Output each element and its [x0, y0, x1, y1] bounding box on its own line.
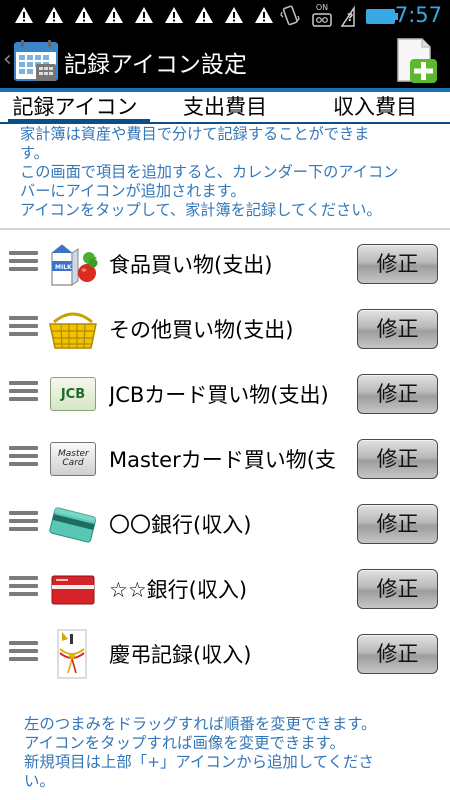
add-document-icon[interactable] [394, 37, 438, 85]
warning-icon [135, 7, 153, 23]
shopping-basket-icon[interactable] [48, 304, 98, 354]
warning-icon [195, 7, 213, 23]
tab-income-categories[interactable]: 収入費目 [300, 92, 450, 124]
list-item[interactable]: 〇〇銀行(収入) 修正 [0, 491, 450, 556]
footer-line: い。 [24, 772, 55, 790]
warning-icon [225, 7, 243, 23]
bank-card-icon[interactable] [48, 499, 98, 549]
svg-text:?: ? [347, 11, 353, 24]
item-label: 〇〇銀行(収入) [109, 513, 252, 537]
intro-help-text: 家計簿は資産や費目で分けて記録することができま す。 この画面で項目を追加すると… [20, 125, 446, 220]
drag-handle-icon[interactable] [9, 576, 38, 600]
edit-button[interactable]: 修正 [357, 634, 438, 674]
footer-help-text: 左のつまみをドラッグすれば順番を変更できます。 アイコンをタップすれば画像を変更… [24, 715, 444, 791]
drag-handle-icon[interactable] [9, 316, 38, 340]
footer-line: 新規項目は上部「+」アイコンから追加してくださ [24, 753, 374, 771]
vibrate-icon [280, 5, 300, 26]
edit-button[interactable]: 修正 [357, 309, 438, 349]
groceries-icon[interactable]: MILK [48, 239, 98, 289]
footer-line: 左のつまみをドラッグすれば順番を変更できます。 [24, 715, 377, 733]
warning-icon [105, 7, 123, 23]
no-signal-icon: ? [340, 5, 355, 27]
edit-button[interactable]: 修正 [357, 439, 438, 479]
item-label: Masterカード買い物(支 [109, 448, 336, 472]
intro-line: 家計簿は資産や費目で分けて記録することができま [20, 125, 370, 143]
drag-handle-icon[interactable] [9, 641, 38, 665]
list-item[interactable]: 慶弔記録(収入) 修正 [0, 621, 450, 686]
item-label: その他買い物(支出) [109, 318, 294, 342]
svg-text:MILK: MILK [55, 264, 72, 271]
tab-expense-categories[interactable]: 支出費目 [150, 92, 300, 124]
master-card-icon[interactable]: Master Card [48, 434, 98, 484]
status-bar: ON ? 7:57 [0, 0, 450, 33]
intro-line: アイコンをタップして、家計簿を記録してください。 [20, 201, 382, 219]
edit-button[interactable]: 修正 [357, 504, 438, 544]
voicemail-label: ON [315, 3, 329, 12]
list-item[interactable]: ☆☆銀行(収入) 修正 [0, 556, 450, 621]
edit-button[interactable]: 修正 [357, 569, 438, 609]
item-label: ☆☆銀行(収入) [109, 578, 248, 602]
item-label: 慶弔記録(収入) [109, 643, 252, 667]
tab-bar-divider [0, 122, 450, 124]
intro-line: す。 [20, 144, 49, 162]
warning-icon [255, 7, 273, 23]
warning-icon [15, 7, 33, 23]
warning-icon [75, 7, 93, 23]
item-label: JCBカード買い物(支出) [109, 383, 329, 407]
calendar-icon[interactable] [14, 40, 58, 82]
edit-button[interactable]: 修正 [357, 244, 438, 284]
page-title: 記録アイコン設定 [64, 52, 247, 78]
list-item[interactable]: Master Card Masterカード買い物(支 修正 [0, 426, 450, 491]
drag-handle-icon[interactable] [9, 381, 38, 405]
intro-line: この画面で項目を追加すると、カレンダー下のアイコン [20, 163, 399, 181]
warning-icon [165, 7, 183, 23]
jcb-card-text: JCB [60, 386, 86, 402]
list-item[interactable]: MILK 食品買い物(支出) 修正 [0, 231, 450, 296]
intro-divider [0, 228, 450, 230]
footer-line: アイコンをタップすれば画像を変更できます。 [24, 734, 345, 752]
drag-handle-icon[interactable] [9, 446, 38, 470]
drag-handle-icon[interactable] [9, 511, 38, 535]
tab-bar: 記録アイコン 支出費目 収入費目 [0, 92, 450, 124]
jcb-card-icon[interactable]: JCB [48, 369, 98, 419]
clock: 7:57 [394, 3, 442, 27]
warning-icon [45, 7, 63, 23]
master-card-text: Master Card [58, 449, 89, 468]
battery-icon [366, 9, 398, 24]
edit-button[interactable]: 修正 [357, 374, 438, 414]
item-label: 食品買い物(支出) [109, 253, 273, 277]
up-navigation-icon[interactable]: ‹ [3, 47, 12, 72]
drag-handle-icon[interactable] [9, 251, 38, 275]
gift-envelope-icon[interactable] [48, 629, 98, 679]
red-card-icon[interactable] [48, 564, 98, 614]
intro-line: バーにアイコンが追加されます。 [20, 182, 246, 200]
action-bar: ‹ 記録アイコン設定 [0, 33, 450, 88]
list-item[interactable]: JCB JCBカード買い物(支出) 修正 [0, 361, 450, 426]
voicemail-icon: ON [312, 3, 332, 27]
list-item[interactable]: その他買い物(支出) 修正 [0, 296, 450, 361]
